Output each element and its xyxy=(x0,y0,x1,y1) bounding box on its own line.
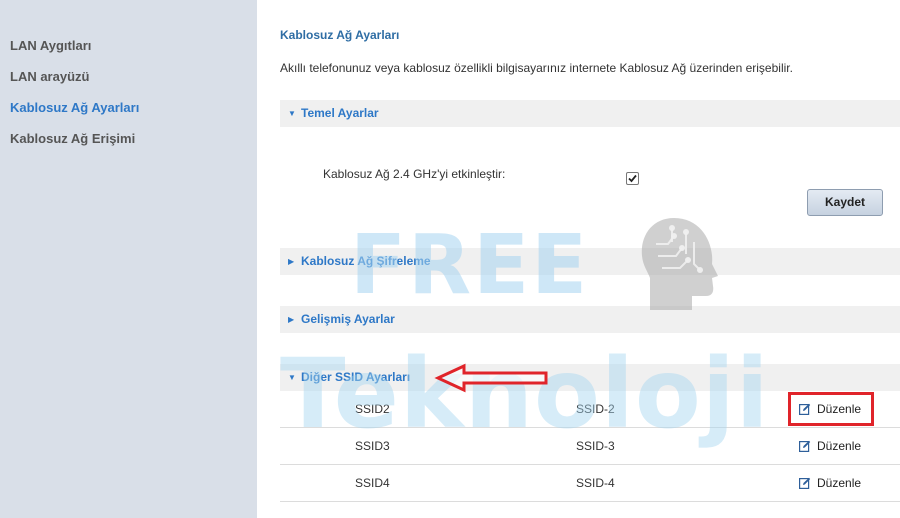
edit-icon xyxy=(799,477,811,489)
edit-icon xyxy=(799,403,811,415)
ssid-name: SSID3 xyxy=(355,439,390,453)
enable-wireless-checkbox[interactable] xyxy=(626,172,639,185)
ssid-name: SSID2 xyxy=(355,402,390,416)
check-icon xyxy=(628,174,637,183)
sidebar-item-wireless-access[interactable]: Kablosuz Ağ Erişimi xyxy=(10,131,135,146)
section-label: Kablosuz Ağ Şifreleme xyxy=(301,254,431,268)
ssid-value: SSID-3 xyxy=(576,439,615,453)
edit-button[interactable]: Düzenle xyxy=(799,391,861,427)
sidebar-item-wireless-settings[interactable]: Kablosuz Ağ Ayarları xyxy=(10,100,139,115)
red-arrow-icon xyxy=(434,363,548,393)
edit-label: Düzenle xyxy=(817,476,862,490)
ssid-value: SSID-4 xyxy=(576,476,615,490)
sidebar-item-lan-interface[interactable]: LAN arayüzü xyxy=(10,69,89,84)
save-button[interactable]: Kaydet xyxy=(807,189,883,216)
section-wireless-encryption[interactable]: ▶ Kablosuz Ağ Şifreleme xyxy=(280,248,900,275)
ssid-value: SSID-2 xyxy=(576,402,615,416)
edit-button[interactable]: Düzenle xyxy=(799,428,861,464)
ssid-row: SSID2 SSID-2 Düzenle xyxy=(280,391,900,428)
edit-icon xyxy=(799,440,811,452)
edit-label: Düzenle xyxy=(817,439,862,453)
caret-down-icon: ▼ xyxy=(288,109,296,118)
caret-right-icon: ▶ xyxy=(288,257,295,266)
section-basic-settings[interactable]: ▼ Temel Ayarlar xyxy=(280,100,900,127)
edit-label: Düzenle xyxy=(817,402,862,416)
section-label: Temel Ayarlar xyxy=(301,106,379,120)
section-label: Gelişmiş Ayarlar xyxy=(301,312,395,326)
ssid-row: SSID3 SSID-3 Düzenle xyxy=(280,428,900,465)
ssid-name: SSID4 xyxy=(355,476,390,490)
page-description: Akıllı telefonunuz veya kablosuz özellik… xyxy=(280,61,793,75)
sidebar-item-lan-devices[interactable]: LAN Aygıtları xyxy=(10,38,91,53)
enable-wireless-label: Kablosuz Ağ 2.4 GHz'yi etkinleştir: xyxy=(323,167,506,181)
section-advanced-settings[interactable]: ▶ Gelişmiş Ayarlar xyxy=(280,306,900,333)
sidebar: LAN Aygıtları LAN arayüzü Kablosuz Ağ Ay… xyxy=(0,0,257,518)
section-other-ssid-settings[interactable]: ▼ Diğer SSID Ayarları xyxy=(280,364,900,391)
caret-down-icon: ▼ xyxy=(288,373,296,382)
main-content: Kablosuz Ağ Ayarları Akıllı telefonunuz … xyxy=(257,0,900,518)
ssid-row: SSID4 SSID-4 Düzenle xyxy=(280,465,900,502)
section-label: Diğer SSID Ayarları xyxy=(301,370,411,384)
page-title: Kablosuz Ağ Ayarları xyxy=(280,28,400,42)
caret-right-icon: ▶ xyxy=(288,315,295,324)
edit-button[interactable]: Düzenle xyxy=(799,465,861,501)
